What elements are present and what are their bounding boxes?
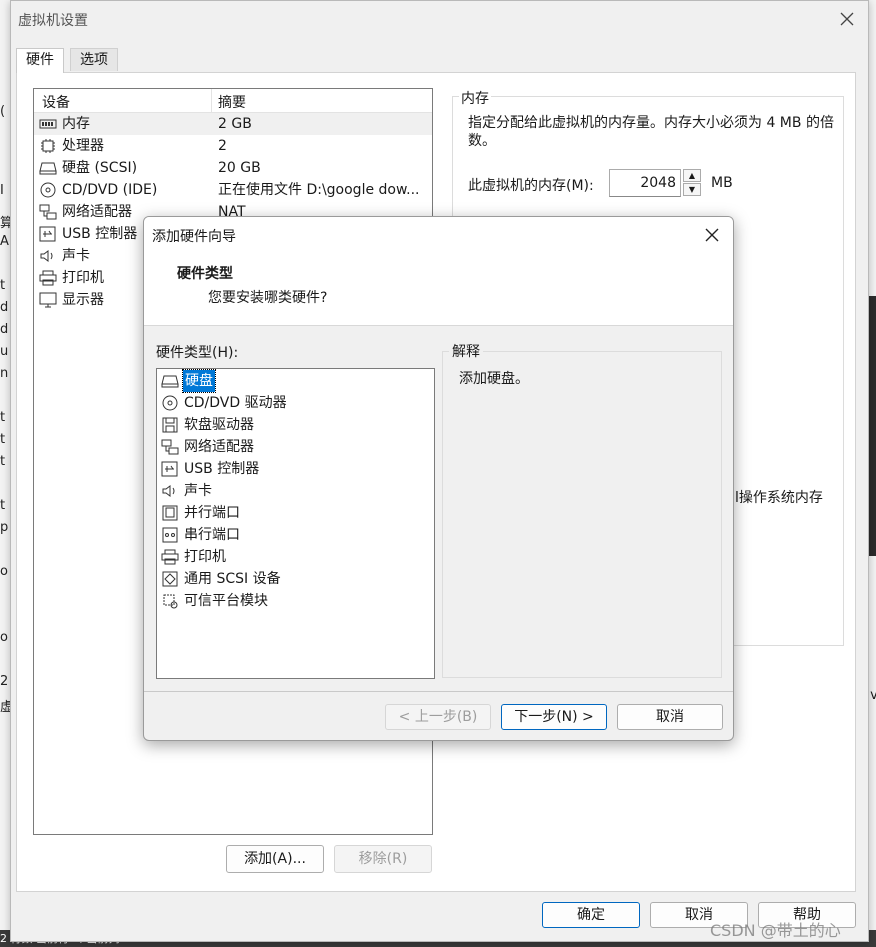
wizard-header: 添加硬件向导 硬件类型 您要安装哪类硬件? [144,217,733,326]
device-summary: 2 GB [218,116,252,132]
usb-icon [161,461,179,477]
harddisk-icon [39,160,57,176]
add-hardware-button[interactable]: 添加(A)... [226,845,324,873]
network-icon [161,439,179,455]
display-icon [39,292,57,308]
printer-icon [161,549,179,565]
wizard-cancel-button[interactable]: 取消 [617,704,723,730]
hardware-item-label: USB 控制器 [184,461,260,477]
next-button[interactable]: 下一步(N) > [501,704,607,730]
remove-hardware-button[interactable]: 移除(R) [334,845,432,873]
hardware-item-label: 软盘驱动器 [184,417,254,433]
device-name: 打印机 [62,270,104,286]
serial-port-icon [161,527,179,543]
printer-icon [39,270,57,286]
cdrom-icon [161,395,179,411]
spin-up-icon[interactable]: ▲ [683,169,701,182]
memory-group-label: 内存 [459,88,491,108]
device-list-header: 设备 摘要 [34,89,432,113]
harddisk-icon [161,373,179,389]
tab-options[interactable]: 选项 [70,48,118,71]
back-button[interactable]: < 上一步(B) [385,704,491,730]
network-icon [39,204,57,220]
cdrom-icon [39,182,57,198]
hardware-item-label: 并行端口 [184,505,240,521]
column-header-device[interactable]: 设备 [42,92,70,112]
hardware-item-label: 通用 SCSI 设备 [184,571,281,587]
tab-hardware[interactable]: 硬件 [16,48,64,73]
memory-amount-label: 此虚拟机的内存(M): [468,178,594,194]
close-icon [705,228,719,242]
explanation-label: 解释 [449,341,483,361]
device-name: 处理器 [62,138,104,154]
close-icon [840,12,854,26]
sound-icon [161,483,179,499]
device-row-harddisk[interactable]: 硬盘 (SCSI) 20 GB [34,157,432,179]
ok-button[interactable]: 确定 [542,902,640,928]
memory-unit: MB [711,175,733,191]
hardware-item-label: 声卡 [184,483,212,499]
device-row-cdrom[interactable]: CD/DVD (IDE) 正在使用文件 D:\google dow... [34,179,432,201]
device-name: 硬盘 (SCSI) [62,160,138,176]
device-row-memory[interactable]: 内存 2 GB [34,113,432,135]
memory-spinner[interactable]: ▲ ▼ [683,169,703,197]
add-hardware-wizard: 添加硬件向导 硬件类型 您要安装哪类硬件? 硬件类型(H): 硬盘 CD/DVD… [143,216,734,741]
wizard-separator [144,691,733,692]
wizard-close-button[interactable] [700,223,724,247]
explanation-text: 添加硬盘。 [459,371,529,387]
hardware-item-label: 硬盘 [182,369,216,393]
floppy-icon [161,417,179,433]
window-close-button[interactable] [836,8,858,30]
device-name: 网络适配器 [62,204,132,220]
scsi-icon [161,571,179,587]
hardware-item-label: 打印机 [184,549,226,565]
hardware-type-label: 硬件类型(H): [156,345,239,361]
device-name: 显示器 [62,292,104,308]
device-summary: 20 GB [218,160,261,176]
device-name: CD/DVD (IDE) [62,182,158,198]
memory-note-fragment: l操作系统内存 [735,490,823,506]
device-name: USB 控制器 [62,226,138,242]
memory-description: 指定分配给此虚拟机的内存量。内存大小必须为 4 MB 的倍数。 [468,115,834,149]
column-header-summary[interactable]: 摘要 [218,92,246,112]
spin-down-icon[interactable]: ▼ [683,183,701,196]
hardware-item-label: 串行端口 [184,527,240,543]
explanation-group [442,351,722,678]
wizard-heading: 硬件类型 [177,266,233,282]
hardware-item-label: 网络适配器 [184,439,254,455]
tpm-icon [161,593,179,609]
window-title: 虚拟机设置 [18,13,88,29]
hardware-item-label: 可信平台模块 [184,593,268,609]
usb-icon [39,226,57,242]
device-name: 内存 [62,116,90,132]
hardware-type-list[interactable]: 硬盘 CD/DVD 驱动器 软盘驱动器 网络适配器 USB 控制器 声卡 并行端… [156,368,435,679]
parallel-port-icon [161,505,179,521]
cpu-icon [39,138,57,154]
wizard-subheading: 您要安装哪类硬件? [208,290,328,306]
watermark: CSDN @带土的心 [710,921,841,940]
device-summary: 正在使用文件 D:\google dow... [218,182,420,198]
wizard-title: 添加硬件向导 [152,229,236,245]
sound-icon [39,248,57,264]
memory-icon [39,116,57,132]
hardware-item-label: CD/DVD 驱动器 [184,395,287,411]
device-row-cpu[interactable]: 处理器 2 [34,135,432,157]
device-summary: 2 [218,138,227,154]
device-name: 声卡 [62,248,90,264]
memory-amount-input[interactable]: 2048 [609,169,681,197]
